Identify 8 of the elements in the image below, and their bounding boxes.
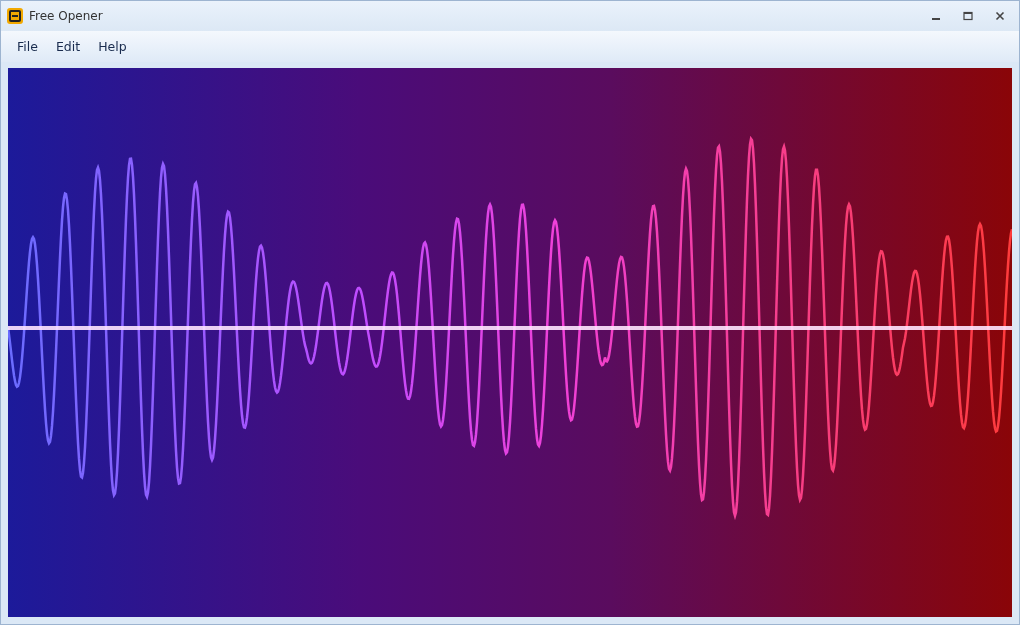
menu-item[interactable]: Edit xyxy=(47,34,89,58)
window-title: Free Opener xyxy=(29,8,104,23)
close-icon xyxy=(995,10,1005,21)
menu-item[interactable]: Help xyxy=(90,34,135,58)
maximize-icon xyxy=(963,10,973,21)
minimize-icon xyxy=(932,17,940,20)
menu-item[interactable]: File xyxy=(9,34,46,58)
app-logo-icon xyxy=(7,7,23,24)
